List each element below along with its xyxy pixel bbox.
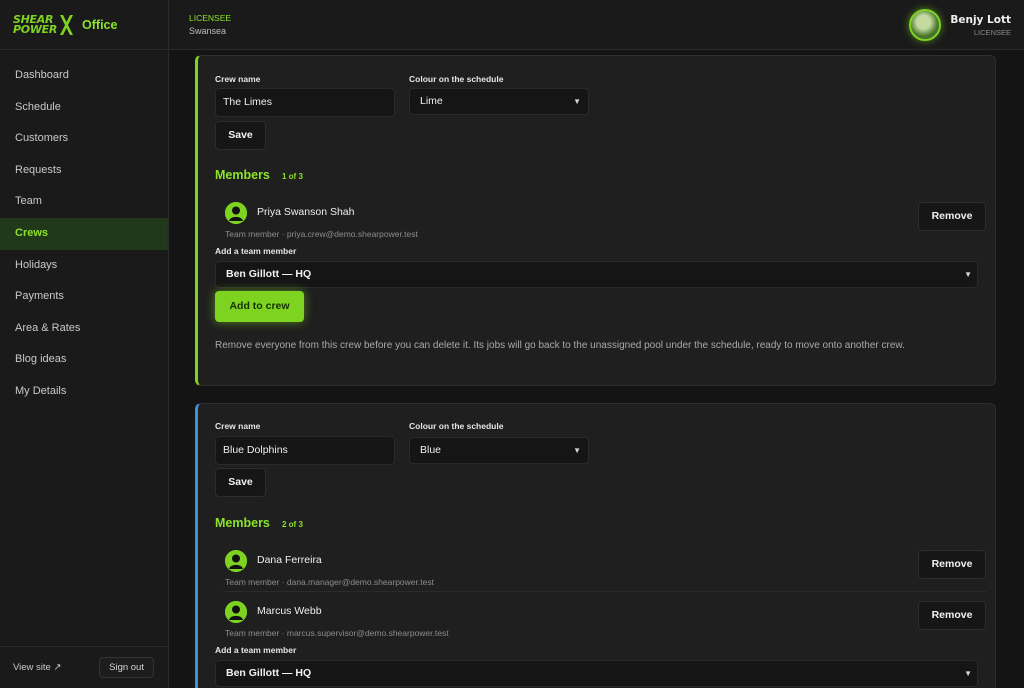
sidebar-item-holidays[interactable]: Holidays — [0, 250, 168, 282]
sidebar-item-payments[interactable]: Payments — [0, 281, 168, 313]
save-button[interactable]: Save — [215, 468, 266, 497]
member-details: Team member · marcus.supervisor@demo.she… — [225, 628, 449, 638]
user-menu[interactable]: Benjy Lott LICENSEE — [909, 9, 1011, 41]
add-member-select-value: Ben Gillott — HQ — [226, 268, 312, 280]
crew-name-input[interactable]: The Limes — [215, 88, 395, 117]
member-name: Priya Swanson Shah — [257, 206, 355, 218]
sign-out-button[interactable]: Sign out — [99, 657, 154, 678]
licensee-label: LICENSEE — [189, 13, 232, 23]
sidebar-item-area-rates[interactable]: Area & Rates — [0, 313, 168, 345]
members-count: 2 of 3 — [282, 520, 303, 529]
members-title: Members — [215, 516, 270, 530]
chevron-down-icon: ▼ — [964, 270, 972, 279]
add-member-select[interactable]: Ben Gillott — HQ ▼ — [215, 660, 978, 687]
member-name: Marcus Webb — [257, 605, 322, 617]
app-name: Office — [82, 17, 118, 32]
crew-name-input[interactable]: Blue Dolphins — [215, 436, 395, 465]
chevron-down-icon: ▼ — [573, 446, 581, 455]
sidebar-item-my-details[interactable]: My Details — [0, 376, 168, 408]
colour-select[interactable]: Lime ▼ — [409, 88, 589, 115]
sidebar-item-requests[interactable]: Requests — [0, 155, 168, 187]
delete-crew-note: Remove everyone from this crew before yo… — [215, 340, 905, 351]
sidebar-item-customers[interactable]: Customers — [0, 123, 168, 155]
chevron-down-icon: ▼ — [964, 669, 972, 678]
user-icon — [225, 601, 247, 623]
colour-select[interactable]: Blue ▼ — [409, 437, 589, 464]
logo-x-icon — [60, 14, 74, 35]
crew-card: Crew name The Limes Colour on the schedu… — [195, 55, 996, 386]
colour-label: Colour on the schedule — [409, 74, 504, 84]
colour-select-value: Blue — [420, 444, 442, 456]
sidebar-item-blog-ideas[interactable]: Blog ideas — [0, 344, 168, 376]
logo-line-2: POWER — [13, 22, 58, 36]
sidebar-nav: Dashboard Schedule Customers Requests Te… — [0, 50, 168, 408]
sidebar-item-crews[interactable]: Crews — [0, 217, 168, 250]
add-to-crew-button[interactable]: Add to crew — [215, 291, 304, 322]
members-title: Members — [215, 168, 270, 182]
sidebar-item-dashboard[interactable]: Dashboard — [0, 60, 168, 92]
app: SHEAR POWER Office Dashboard Schedule Cu… — [0, 0, 1024, 688]
remove-member-button[interactable]: Remove — [918, 202, 986, 231]
crew-name-label: Crew name — [215, 421, 261, 431]
main-content: Crew name The Limes Colour on the schedu… — [169, 51, 1024, 688]
sidebar-item-schedule[interactable]: Schedule — [0, 92, 168, 124]
user-icon — [225, 202, 247, 224]
add-member-label: Add a team member — [215, 645, 297, 655]
colour-label: Colour on the schedule — [409, 421, 504, 431]
view-site-link[interactable]: View site ↗ — [13, 662, 61, 673]
add-member-select[interactable]: Ben Gillott — HQ ▼ — [215, 261, 978, 288]
brand: SHEAR POWER Office — [0, 0, 168, 50]
member-row: Dana Ferreira Team member · dana.manager… — [223, 544, 986, 592]
add-member-label: Add a team member — [215, 246, 297, 256]
remove-member-button[interactable]: Remove — [918, 550, 986, 579]
save-button[interactable]: Save — [215, 121, 266, 150]
member-name: Dana Ferreira — [257, 554, 322, 566]
user-icon — [225, 550, 247, 572]
member-row: Marcus Webb Team member · marcus.supervi… — [223, 595, 986, 643]
crew-card: Crew name Blue Dolphins Colour on the sc… — [195, 403, 996, 688]
crew-name-label: Crew name — [215, 74, 261, 84]
sidebar-item-team[interactable]: Team — [0, 186, 168, 218]
shearpower-logo[interactable]: SHEAR POWER — [13, 14, 74, 36]
user-role: LICENSEE — [973, 27, 1011, 37]
remove-member-button[interactable]: Remove — [918, 601, 986, 630]
members-count: 1 of 3 — [282, 172, 303, 181]
licensee-location: Swansea — [189, 26, 227, 36]
member-details: Team member · priya.crew@demo.shearpower… — [225, 229, 418, 239]
sidebar-footer: View site ↗ Sign out — [0, 646, 168, 688]
colour-select-value: Lime — [420, 95, 443, 107]
avatar — [909, 9, 942, 41]
sidebar: SHEAR POWER Office Dashboard Schedule Cu… — [0, 0, 169, 688]
member-row: Priya Swanson Shah Team member · priya.c… — [223, 196, 986, 244]
add-member-select-value: Ben Gillott — HQ — [226, 667, 312, 679]
member-details: Team member · dana.manager@demo.shearpow… — [225, 577, 434, 587]
user-name: Benjy Lott — [950, 13, 1011, 26]
chevron-down-icon: ▼ — [573, 97, 581, 106]
top-header: LICENSEE Swansea Benjy Lott LICENSEE — [169, 0, 1024, 50]
